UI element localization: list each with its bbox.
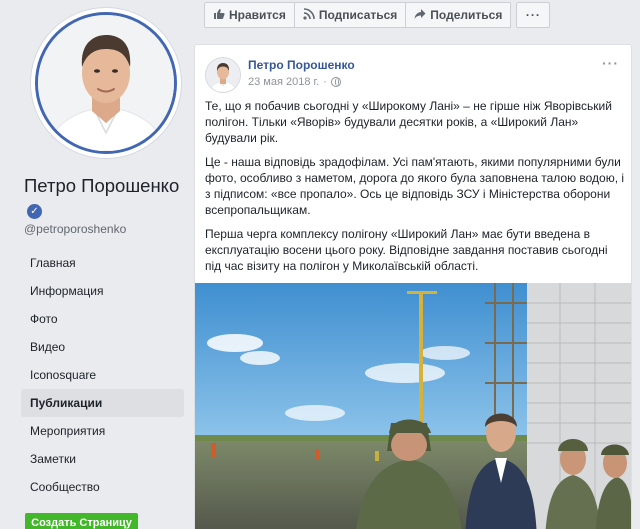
nav-item-posts[interactable]: Публикации xyxy=(21,389,184,417)
post-author-name[interactable]: Петро Порошенко xyxy=(248,58,355,72)
nav-item-videos[interactable]: Видео xyxy=(21,333,184,361)
post-card: Петро Порошенко 23 мая 2018 г. · ··· Те,… xyxy=(194,44,632,529)
like-label: Нравится xyxy=(229,8,286,22)
nav-item-about[interactable]: Информация xyxy=(21,277,184,305)
nav-item-community[interactable]: Сообщество xyxy=(21,473,184,501)
profile-picture[interactable] xyxy=(30,7,182,159)
post-photo[interactable] xyxy=(195,283,631,529)
rss-icon xyxy=(303,7,315,23)
page-username[interactable]: @petroporoshenko xyxy=(24,222,126,236)
post-menu-button[interactable]: ··· xyxy=(602,55,619,71)
follow-button[interactable]: Подписаться xyxy=(293,2,407,28)
verified-badge-icon: ✓ xyxy=(27,204,42,219)
more-options-button[interactable]: ··· xyxy=(516,2,551,28)
share-button[interactable]: Поделиться xyxy=(405,2,512,28)
follow-label: Подписаться xyxy=(318,8,398,22)
page-action-bar: Нравится Подписаться Поделиться ··· xyxy=(204,2,551,28)
share-icon xyxy=(414,8,426,23)
post-paragraph: Те, що я побачив сьогодні у «Широкому Ла… xyxy=(205,99,612,145)
post-paragraph: Перша черга комплексу полігону «Широкий … xyxy=(205,227,608,273)
nav-item-events[interactable]: Мероприятия xyxy=(21,417,184,445)
post-paragraph: Це - наша відповідь зрадофілам. Усі пам'… xyxy=(205,155,625,217)
left-column: Петро Порошенко ✓ @petroporoshenko Главна… xyxy=(0,0,196,529)
nav-item-notes[interactable]: Заметки xyxy=(21,445,184,473)
avatar xyxy=(35,12,177,154)
post-timestamp[interactable]: 23 мая 2018 г. xyxy=(248,76,319,88)
meta-separator: · xyxy=(323,76,327,88)
globe-icon xyxy=(330,77,341,87)
share-label: Поделиться xyxy=(430,8,503,22)
page-nav: Главная Информация Фото Видео Iconosquar… xyxy=(21,249,184,501)
nav-item-photos[interactable]: Фото xyxy=(21,305,184,333)
thumbs-up-icon xyxy=(213,8,225,23)
post-author-avatar[interactable] xyxy=(205,57,241,93)
nav-item-home[interactable]: Главная xyxy=(21,249,184,277)
create-page-button[interactable]: Создать Страницу xyxy=(25,513,138,529)
page-name[interactable]: Петро Порошенко ✓ xyxy=(24,174,184,220)
post-meta: 23 мая 2018 г. · xyxy=(248,76,341,88)
post-text: Те, що я побачив сьогодні у «Широкому Ла… xyxy=(205,98,627,282)
like-button[interactable]: Нравится xyxy=(204,2,295,28)
page-name-text: Петро Порошенко xyxy=(24,175,180,196)
nav-item-iconosquare[interactable]: Iconosquare xyxy=(21,361,184,389)
